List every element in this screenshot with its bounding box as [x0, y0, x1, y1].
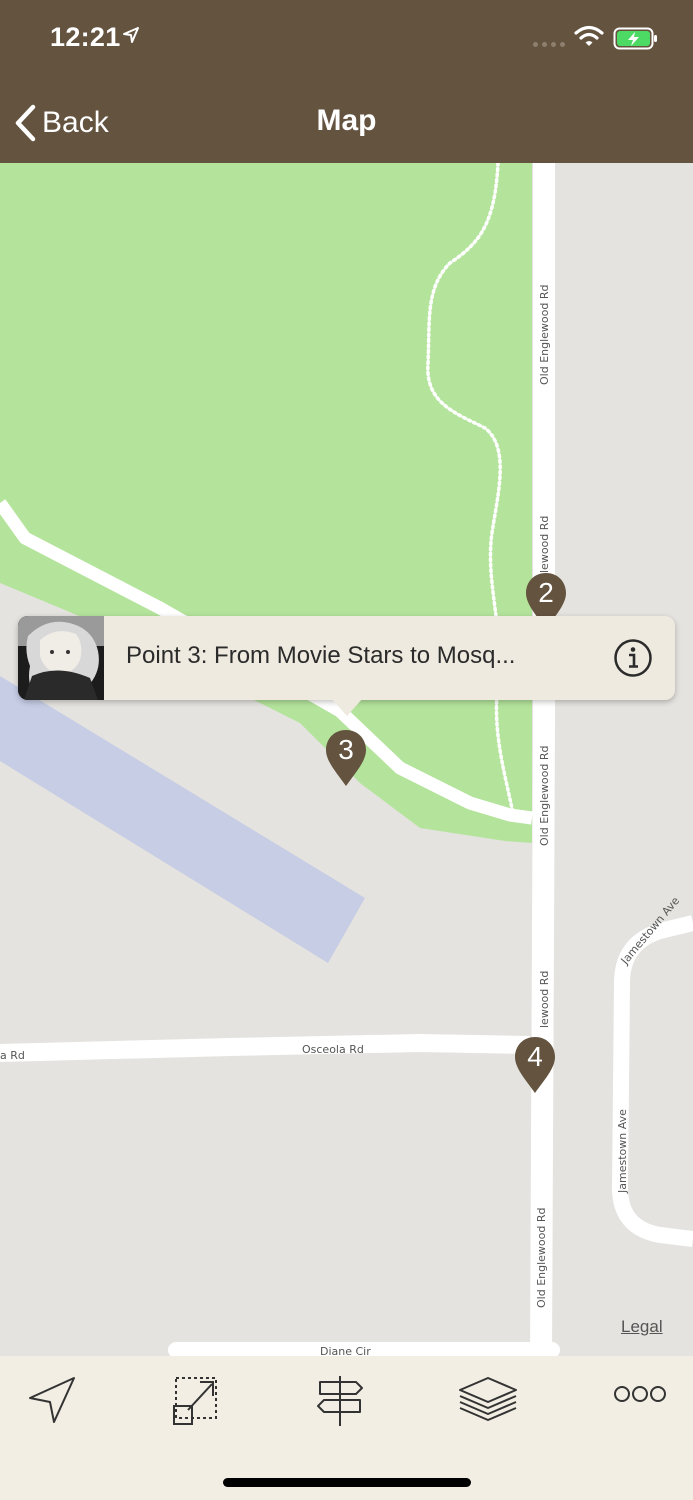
road-label: lewood Rd [538, 971, 551, 1028]
location-arrow-icon [29, 1377, 75, 1423]
more-button[interactable] [610, 1370, 670, 1430]
layers-button[interactable] [458, 1370, 518, 1430]
marker-number: 2 [538, 577, 554, 608]
marker-number: 3 [338, 734, 354, 765]
road-label: Old Englewood Rd [538, 746, 551, 846]
road-label: a Rd [0, 1049, 25, 1062]
more-icon [614, 1386, 666, 1402]
status-time: 12:21 [50, 22, 121, 52]
location-button[interactable] [22, 1370, 82, 1430]
road-label: lewood Rd [538, 516, 551, 573]
callout-pointer [331, 698, 363, 716]
map-marker-3[interactable]: 3 [324, 728, 368, 788]
marker-callout[interactable]: Point 3: From Movie Stars to Mosq... [18, 616, 675, 716]
zoom-extent-button[interactable] [166, 1370, 226, 1430]
legal-link[interactable]: Legal [621, 1317, 663, 1337]
callout-title: Point 3: From Movie Stars to Mosq... [126, 642, 516, 669]
callout-thumbnail [18, 616, 104, 700]
layers-icon [459, 1377, 517, 1421]
info-icon [614, 639, 652, 677]
road-label: Jamestown Ave [616, 1109, 629, 1194]
cellular-signal-icon [533, 42, 565, 48]
info-button[interactable] [613, 638, 653, 678]
wifi-icon [574, 25, 604, 52]
battery-charging-icon [613, 27, 659, 56]
zoom-extent-icon [173, 1377, 217, 1425]
map-view[interactable]: Old Englewood Rd lewood Rd Old Englewood… [0, 163, 693, 1356]
road-label: Osceola Rd [302, 1043, 364, 1056]
location-services-icon [122, 26, 140, 49]
directions-button[interactable] [310, 1370, 370, 1430]
marker-number: 4 [527, 1041, 543, 1072]
bottom-toolbar [0, 1356, 693, 1500]
home-indicator [223, 1478, 471, 1487]
osceola-road [0, 1033, 531, 1062]
map-marker-4[interactable]: 4 [513, 1035, 557, 1095]
road-label: Old Englewood Rd [538, 285, 551, 385]
jamestown-avenue [611, 915, 693, 1247]
navigation-header: 12:21 Back Map [0, 0, 693, 163]
page-title: Map [316, 104, 377, 137]
road-label: Old Englewood Rd [535, 1208, 548, 1308]
road-label: Diane Cir [320, 1345, 371, 1356]
signpost-icon [317, 1376, 363, 1426]
